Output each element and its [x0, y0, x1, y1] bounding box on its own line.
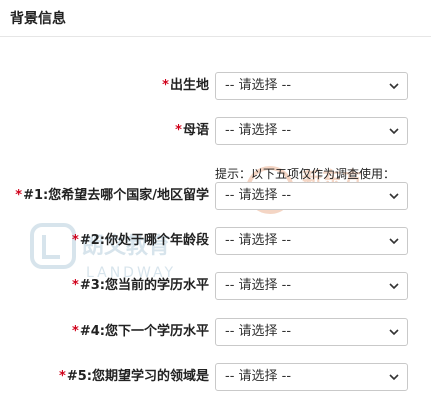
chevron-down-icon: [389, 128, 399, 135]
field-label: *出生地: [162, 72, 209, 100]
form-row-study-field: *#5:您期望学习的领域是 -- 请选择 --: [0, 363, 431, 391]
field-label: *#4:您下一个学历水平: [72, 318, 209, 346]
form-row-native-language: *母语 -- 请选择 --: [0, 117, 431, 145]
select-value: -- 请选择 --: [225, 233, 292, 248]
chevron-down-icon: [389, 238, 399, 245]
current-education-select[interactable]: -- 请选择 --: [215, 272, 408, 300]
next-education-select[interactable]: -- 请选择 --: [215, 318, 408, 346]
select-value: -- 请选择 --: [225, 369, 292, 384]
form-row-current-education: *#3:您当前的学历水平 -- 请选择 --: [0, 272, 431, 300]
select-value: -- 请选择 --: [225, 324, 292, 339]
form-row-age-range: *#2:你处于哪个年龄段 -- 请选择 --: [0, 227, 431, 255]
select-value: -- 请选择 --: [225, 78, 292, 93]
select-value: -- 请选择 --: [225, 123, 292, 138]
required-mark: *: [72, 324, 79, 339]
divider: [0, 36, 431, 37]
form-row-birthplace: *出生地 -- 请选择 --: [0, 72, 431, 100]
field-label: *#5:您期望学习的领域是: [59, 363, 209, 391]
required-mark: *: [175, 123, 182, 138]
chevron-down-icon: [389, 283, 399, 290]
required-mark: *: [72, 233, 79, 248]
label-text: #4:您下一个学历水平: [79, 324, 209, 339]
field-label: *#1:您希望去哪个国家/地区留学: [15, 182, 209, 210]
survey-tip: 提示：以下五项仅作为调查使用：: [215, 167, 396, 181]
field-label: *母语: [175, 117, 209, 145]
age-range-select[interactable]: -- 请选择 --: [215, 227, 408, 255]
chevron-down-icon: [389, 329, 399, 336]
study-field-select[interactable]: -- 请选择 --: [215, 363, 408, 391]
select-value: -- 请选择 --: [225, 188, 292, 203]
label-text: #3:您当前的学历水平: [79, 278, 209, 293]
required-mark: *: [162, 78, 169, 93]
label-text: 出生地: [169, 78, 209, 93]
section-title: 背景信息: [10, 11, 66, 27]
field-label: *#2:你处于哪个年龄段: [72, 227, 209, 255]
required-mark: *: [15, 188, 23, 203]
birthplace-select[interactable]: -- 请选择 --: [215, 72, 408, 100]
select-value: -- 请选择 --: [225, 278, 292, 293]
chevron-down-icon: [389, 193, 399, 200]
label-text: #1:您希望去哪个国家/地区留学: [23, 188, 209, 203]
chevron-down-icon: [389, 83, 399, 90]
destination-country-select[interactable]: -- 请选择 --: [215, 182, 408, 210]
label-text: #2:你处于哪个年龄段: [79, 233, 209, 248]
required-mark: *: [72, 278, 79, 293]
field-label: *#3:您当前的学历水平: [72, 272, 209, 300]
native-language-select[interactable]: -- 请选择 --: [215, 117, 408, 145]
form-row-next-education: *#4:您下一个学历水平 -- 请选择 --: [0, 318, 431, 346]
required-mark: *: [59, 369, 66, 384]
chevron-down-icon: [389, 374, 399, 381]
label-text: #5:您期望学习的领域是: [66, 369, 209, 384]
form-row-destination: *#1:您希望去哪个国家/地区留学 -- 请选择 --: [0, 182, 431, 210]
label-text: 母语: [182, 123, 209, 138]
